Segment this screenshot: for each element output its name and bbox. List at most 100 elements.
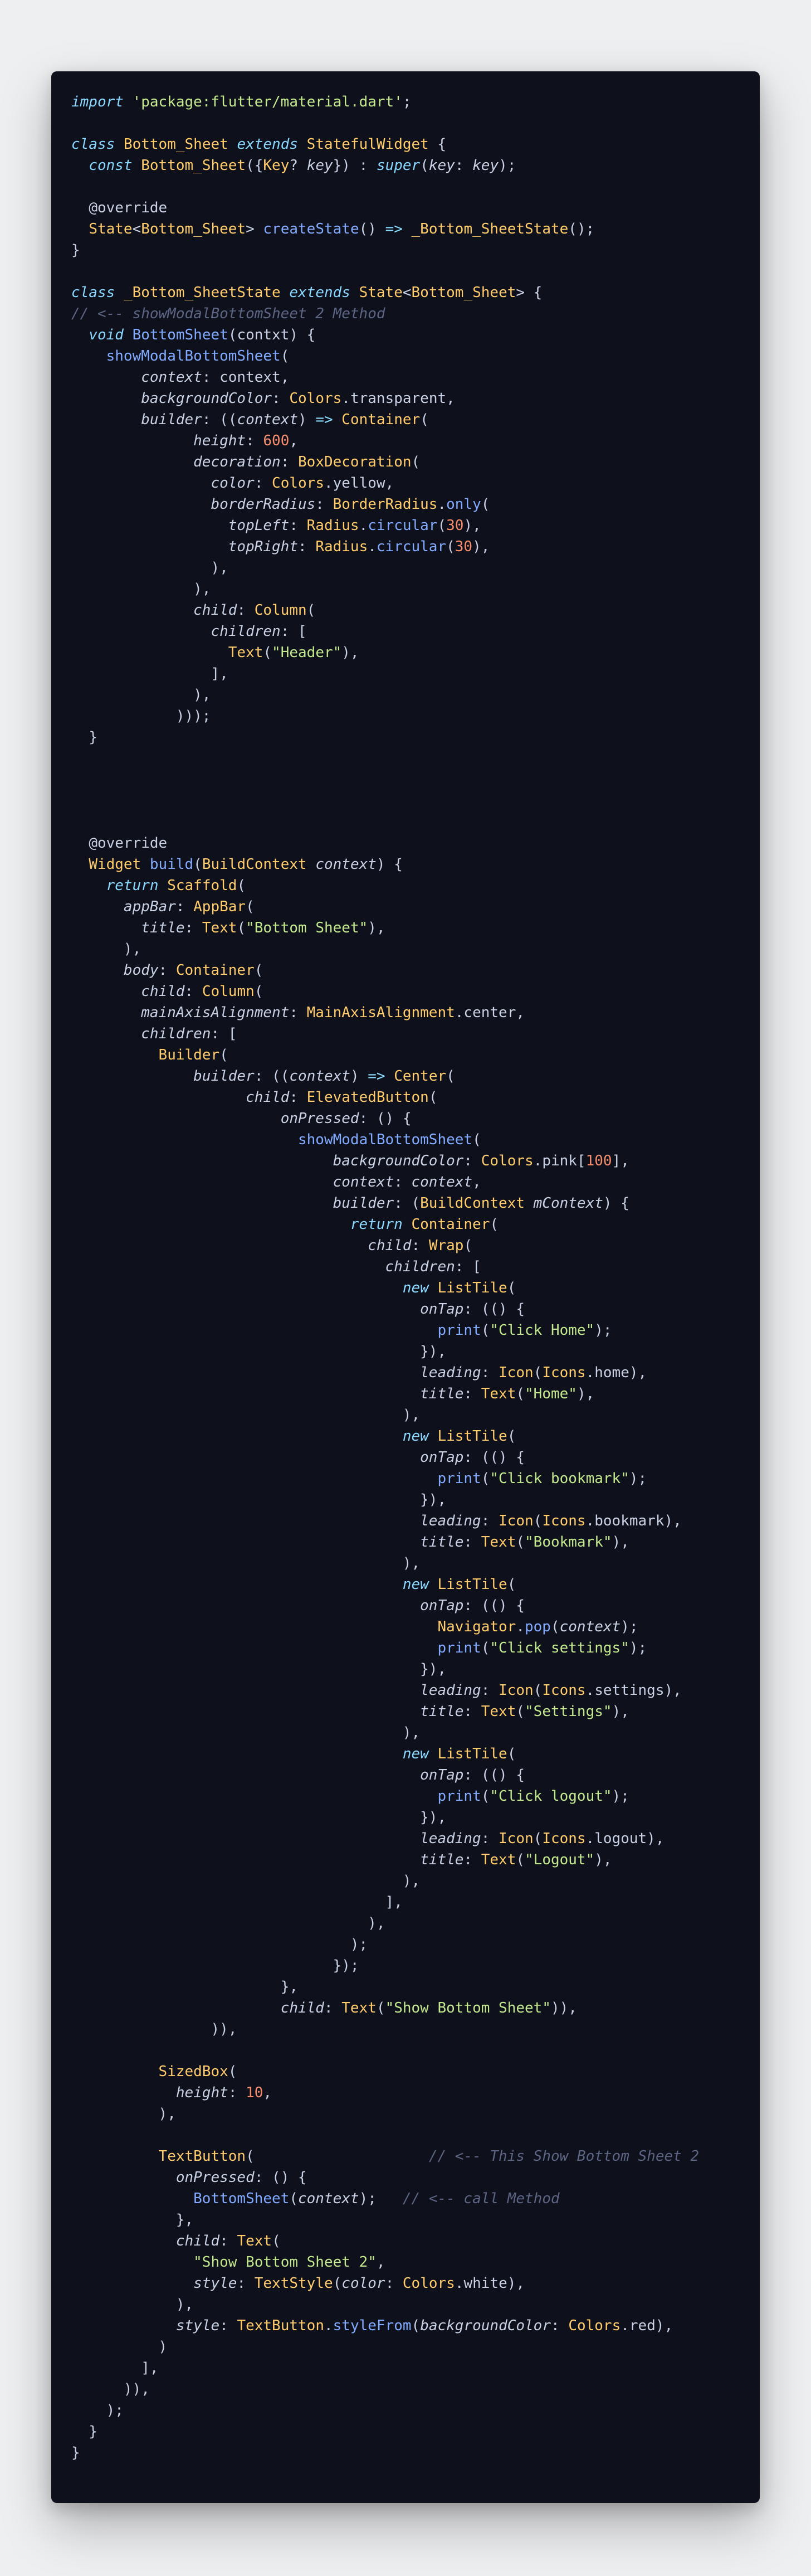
code-token: (	[219, 1047, 228, 1063]
code-token: Radius	[315, 538, 368, 555]
code-token: ),	[664, 1682, 682, 1699]
code-token: "Click Home"	[490, 1322, 595, 1339]
code-token: child	[141, 983, 185, 1000]
code-token: @override	[89, 200, 168, 216]
code-token: ),	[175, 2296, 194, 2313]
code-token: : [	[280, 623, 307, 640]
code-token: class	[71, 284, 115, 301]
code-token: backgroundColor	[141, 390, 272, 407]
code-token: }),	[420, 1661, 447, 1678]
code-line: },	[71, 1976, 760, 1997]
code-token: );	[350, 1936, 368, 1953]
code-token: "Bookmark"	[525, 1534, 612, 1551]
code-token: :	[184, 920, 202, 936]
code-line: builder: ((context) => Center(	[71, 1066, 760, 1087]
code-token: .	[437, 496, 447, 513]
code-token: "Click bookmark"	[490, 1470, 629, 1487]
code-token: style	[193, 2275, 237, 2292]
code-token: .	[455, 2275, 464, 2292]
code-line: body: Container(	[71, 960, 760, 981]
code-token: : (() {	[463, 1301, 525, 1318]
code-token: center	[463, 1004, 516, 1021]
code-token: topLeft	[228, 517, 290, 534]
code-token: :	[289, 517, 307, 534]
code-token: showModalBottomSheet	[298, 1131, 473, 1148]
code-token: Colors	[272, 475, 324, 492]
code-line: );	[71, 1934, 760, 1955]
code-token: builder	[193, 1068, 255, 1085]
code-token: =>	[368, 1068, 385, 1085]
code-token: ) {	[376, 856, 403, 873]
code-line: },	[71, 2209, 760, 2230]
code-snippet-window: import 'package:flutter/material.dart'; …	[51, 71, 760, 2503]
code-token: return	[350, 1216, 403, 1233]
code-token: :	[463, 1534, 481, 1551]
code-token: ),	[612, 1703, 629, 1720]
code-token: :	[280, 454, 299, 470]
code-token: (	[420, 157, 429, 174]
code-token: ),	[368, 920, 385, 936]
code-token: :	[324, 2000, 342, 2016]
code-token: ),	[647, 1830, 665, 1847]
code-token: );	[359, 2190, 377, 2207]
code-line: ),	[71, 1404, 760, 1426]
code-token: BuildContext	[202, 856, 307, 873]
code-token: }),	[420, 1343, 447, 1360]
code-token: TextButton	[158, 2148, 246, 2165]
code-token: Container	[175, 962, 255, 979]
code-token: builder	[333, 1195, 394, 1212]
code-token: 10	[246, 2084, 263, 2101]
code-line: )));	[71, 706, 760, 727]
code-token: "Logout"	[525, 1851, 595, 1868]
code-token: (	[481, 1470, 490, 1487]
code-token: Radius	[306, 517, 359, 534]
code-token: // <-- showModalBottomSheet 2 Method	[71, 305, 385, 322]
code-line: State<Bottom_Sheet> createState() => _Bo…	[71, 218, 760, 240]
code-token: context	[411, 1174, 473, 1190]
code-token: StatefulWidget	[306, 136, 429, 153]
code-token: > {	[516, 284, 543, 301]
code-token: :	[237, 2275, 255, 2292]
code-token: }) :	[333, 157, 377, 174]
code-line: onTap: (() {	[71, 1447, 760, 1468]
code-line: leading: Icon(Icons.settings),	[71, 1680, 760, 1701]
code-token: (	[533, 1513, 543, 1529]
code-token: ],	[385, 1894, 403, 1911]
code-token: (	[533, 1830, 543, 1847]
code-line: TextButton( // <-- This Show Bottom Shee…	[71, 2146, 760, 2167]
code-token: <	[132, 221, 141, 237]
code-token: new	[402, 1428, 429, 1445]
code-token: Text	[481, 1851, 516, 1868]
code-token: )));	[175, 708, 211, 725]
code-token: context	[219, 369, 281, 386]
code-token: Colors	[289, 390, 342, 407]
code-token: Text	[481, 1534, 516, 1551]
code-token: =>	[385, 221, 403, 237]
code-line: return Scaffold(	[71, 875, 760, 896]
code-token: );	[106, 2402, 124, 2419]
code-token: Icons	[542, 1682, 586, 1699]
code-token: @override	[89, 835, 168, 852]
code-token: "Show Bottom Sheet 2"	[193, 2254, 377, 2271]
code-token: transparent	[350, 390, 447, 407]
code-token: ),	[123, 941, 141, 958]
code-token: class	[71, 136, 115, 153]
code-token: title	[141, 920, 185, 936]
code-token: }	[71, 2444, 80, 2461]
code-token: ],	[612, 1153, 629, 1169]
